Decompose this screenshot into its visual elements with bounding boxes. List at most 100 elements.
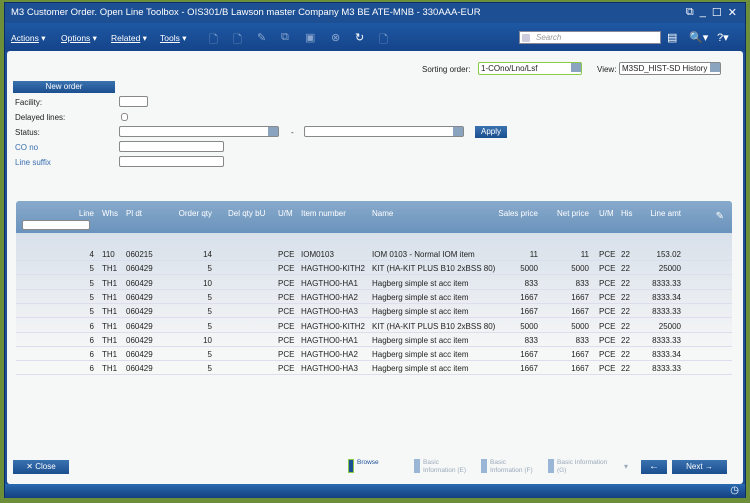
next-button[interactable]: Next → [672,460,727,474]
menu-related[interactable]: Related ▾ [111,33,147,44]
open-icon[interactable]: 🗋 [233,31,242,50]
more-panels-icon[interactable]: ▾ [624,462,628,471]
table-row[interactable]: 5 TH1 060429 5 PCE HAGTHO0-HA3 Hagberg simple … [16,304,732,319]
cell-unit: PCE [278,250,295,259]
view-label: View: [597,65,617,74]
cell-net-price: 5000 [571,321,589,331]
cell-item-number: HAGTHO0-HA3 [301,307,358,317]
edit-columns-icon[interactable]: ✎ [716,211,724,222]
column-header-sales-price[interactable]: Sales price [498,209,538,218]
delayed-lines-label: Delayed lines: [15,113,66,122]
column-header-line[interactable]: Line [79,209,94,218]
maximize-icon[interactable]: ☐ [712,6,722,19]
copy-icon[interactable]: ⧉ [281,31,289,44]
cell-unit2: PCE [599,335,616,345]
cell-unit2: PCE [599,278,616,288]
column-header-name[interactable]: Name [372,209,393,218]
apply-button[interactable]: Apply [475,126,507,138]
cell-unit: PCE [278,350,295,360]
grid-header: ✎ Line Whs Pl dt Order qty Del qty bU U/M Item… [16,201,732,233]
column-header-planned-date[interactable]: Pl dt [126,209,142,218]
status-from-select[interactable] [119,126,279,137]
view-select[interactable]: M3SD_HIST-SD History [619,62,721,75]
delete-icon[interactable]: ⊗ [331,31,340,44]
cell-name: IOM 0103 - Normal IOM item [372,250,475,259]
table-row[interactable]: 6 TH1 060429 10 PCE HAGTHO0-HA1 Hagberg simple… [16,333,732,347]
table-row[interactable]: 6 TH1 060429 5 PCE HAGTHO0-HA2 Hagberg simple … [16,347,732,362]
previous-button[interactable]: ← [641,460,667,474]
cell-whs: 110 [102,250,115,259]
cell-net-price: 833 [575,278,589,288]
edit-icon[interactable]: ✎ [257,31,266,44]
cell-line: 6 [89,350,94,360]
cell-sales-price: 1667 [520,292,538,302]
line-suffix-field[interactable] [119,156,224,167]
table-row[interactable]: 6 TH1 060429 5 PCE HAGTHO0-KITH2 KIT (HA-KIT P… [16,319,732,333]
help-icon[interactable]: ?▾ [717,31,729,44]
cell-net-price: 833 [575,335,589,345]
status-to-select[interactable] [304,126,464,137]
column-header-net-price[interactable]: Net price [557,209,589,218]
new-order-button[interactable]: New order [13,81,115,93]
column-header-unit[interactable]: U/M [278,209,293,218]
cell-whs: TH1 [102,307,118,317]
close-button[interactable]: ✕ Close [13,460,69,474]
table-row[interactable]: 5 TH1 060429 5 PCE HAGTHO0-HA2 Hagberg simple … [16,290,732,304]
menu-tools[interactable]: Tools ▾ [160,33,186,44]
refresh-icon[interactable]: ↻ [355,31,364,44]
column-header-whs[interactable]: Whs [102,209,118,218]
cell-planned-date: 060429 [126,335,153,345]
table-row[interactable]: 6 TH1 060429 5 PCE HAGTHO0-HA3 Hagberg simple … [16,361,732,376]
table-row[interactable]: 4 110 060215 14 PCE IOM0103 IOM 0103 - Normal … [16,247,732,261]
line-suffix-label[interactable]: Line suffix [15,158,51,167]
cell-line: 6 [89,364,94,374]
status-bar: ◷ [5,484,745,498]
table-row[interactable]: 5 TH1 060429 5 PCE HAGTHO0-KITH2 KIT (HA-KIT P… [16,261,732,276]
cell-sales-price: 833 [524,335,538,345]
cell-unit2: PCE [599,292,616,302]
close-window-icon[interactable]: ✕ [728,6,737,19]
cell-his: 22 [621,278,630,288]
print-icon[interactable]: 🗋 [379,31,388,50]
clock-icon[interactable]: ◷ [730,485,739,496]
sorting-order-select[interactable]: 1-COno/Lno/Lsf [478,62,582,75]
column-header-del-qty[interactable]: Del qty bU [228,209,265,218]
new-icon[interactable]: 🗋 [209,31,218,50]
facility-field[interactable] [119,96,148,107]
column-header-his[interactable]: His [621,209,633,218]
column-header-line-amount[interactable]: Line amt [650,209,681,218]
cell-line: 4 [89,250,94,259]
cell-line: 6 [89,321,94,331]
menu-options[interactable]: Options ▾ [61,33,97,44]
cell-name: Hagberg simple st acc item [372,350,469,360]
status-label: Status: [15,128,40,137]
cell-order-qty: 5 [207,364,212,374]
menu-actions[interactable]: Actions ▾ [11,33,46,44]
restore-icon[interactable]: ⧉ [686,6,694,19]
search-input[interactable]: Search [519,31,661,44]
cell-unit: PCE [278,321,295,331]
cell-name: Hagberg simple st acc item [372,278,469,288]
minimize-icon[interactable]: _ [700,6,706,19]
display-icon[interactable]: ▣ [305,31,315,44]
status-range-dash: - [291,128,294,137]
co-no-label[interactable]: CO no [15,143,38,152]
cell-sales-price: 1667 [520,350,538,360]
column-header-unit2[interactable]: U/M [599,209,614,218]
table-row[interactable]: 5 TH1 060429 10 PCE HAGTHO0-HA1 Hagberg simple… [16,276,732,290]
co-no-field[interactable] [119,141,224,152]
cell-net-price: 1667 [571,350,589,360]
cell-order-qty: 10 [203,335,212,345]
cell-planned-date: 060429 [126,364,153,374]
cell-item-number: HAGTHO0-HA2 [301,350,358,360]
cell-unit2: PCE [599,364,616,374]
notes-icon[interactable]: ▤ [667,31,677,44]
column-header-order-qty[interactable]: Order qty [179,209,212,218]
zoom-icon[interactable]: 🔍▾ [689,31,708,44]
cell-whs: TH1 [102,335,118,345]
column-header-item-number[interactable]: Item number [301,209,346,218]
delayed-lines-checkbox[interactable] [121,113,128,121]
cell-net-price: 1667 [571,292,589,302]
line-filter-input[interactable] [22,220,90,230]
cell-whs: TH1 [102,350,118,360]
